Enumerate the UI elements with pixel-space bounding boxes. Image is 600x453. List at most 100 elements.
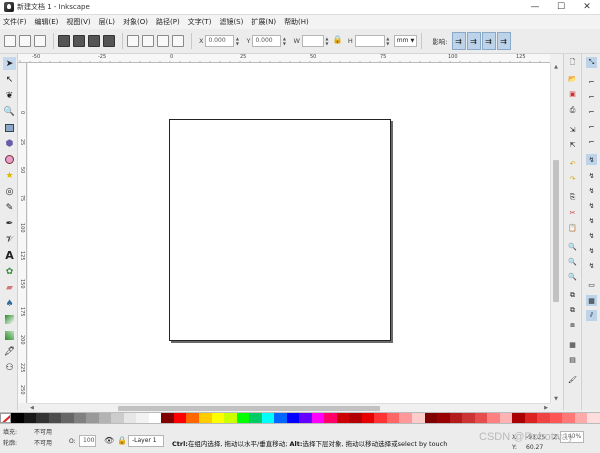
color-swatch[interactable] [374,413,387,423]
color-swatch[interactable] [487,413,500,423]
scroll-right-icon[interactable]: ▶ [544,404,548,412]
menu-file[interactable]: 文件(F) [3,17,27,27]
color-swatch[interactable] [499,413,513,423]
zoom-page-icon[interactable]: 🔍 [567,271,578,282]
spiral-icon[interactable]: ◎ [3,185,16,198]
snap-guide-icon[interactable]: ⫽ [586,310,597,321]
color-swatch[interactable] [61,413,74,423]
snap-bbox-corner-icon[interactable]: ⌐ [586,106,597,117]
color-swatch[interactable] [299,413,312,423]
eraser-icon[interactable]: ▰ [3,281,16,294]
color-swatch[interactable] [562,413,575,423]
color-swatch[interactable] [23,413,37,423]
menu-text[interactable]: 文字(T) [188,17,212,27]
snap-rotation-center-icon[interactable]: ↯ [586,260,597,271]
color-swatch[interactable] [549,413,563,423]
snap-grid-icon[interactable]: ▦ [586,295,597,306]
color-swatch[interactable] [286,413,300,423]
node-icon[interactable]: ↖ [3,73,16,86]
menu-object[interactable]: 对象(O) [123,17,148,27]
gradient-icon[interactable] [3,313,16,326]
w-spinner[interactable]: ▲ ▼ [324,35,330,47]
color-swatch[interactable] [349,413,362,423]
color-swatch[interactable] [437,413,450,423]
color-swatch[interactable] [98,413,112,423]
document-page[interactable] [169,119,391,341]
menu-filters[interactable]: 滤镜(S) [219,17,243,27]
snap-midpoint-icon[interactable]: ↯ [586,230,597,241]
drawing-canvas[interactable] [28,63,550,403]
move-gradients-icon[interactable]: ⇉ [481,32,496,50]
circle-icon[interactable] [3,153,16,166]
export-icon[interactable]: ⇱ [567,139,578,150]
unlink-clone-icon[interactable]: ⧈ [567,320,578,331]
minimize-button[interactable]: — [522,0,548,15]
raise-to-top-icon[interactable] [127,35,139,47]
cut-icon[interactable]: ✂ [567,207,578,218]
h-spinner[interactable]: ▲ ▼ [385,35,391,47]
lower-icon[interactable] [157,35,169,47]
connector-icon[interactable]: ⚇ [3,361,16,374]
snap-nodes-icon[interactable]: ↯ [586,154,597,165]
snap-bbox-icon[interactable]: ⌐ [586,76,597,87]
color-swatch[interactable] [148,413,162,423]
vertical-scrollbar[interactable]: ▲ ▼ [550,63,560,403]
color-swatch[interactable] [111,413,124,423]
color-swatch[interactable] [36,413,49,423]
x-spinner[interactable]: ▲ ▼ [234,35,240,47]
color-swatch[interactable] [161,413,174,423]
snap-object-center-icon[interactable]: ↯ [586,245,597,256]
flip-horizontal-icon[interactable] [88,35,100,47]
color-swatch[interactable] [48,413,62,423]
color-swatch[interactable] [361,413,375,423]
lock-icon[interactable]: 🔒 [333,35,343,47]
color-swatch[interactable] [336,413,350,423]
group-icon[interactable]: ▦ [567,339,578,350]
scroll-left-icon[interactable]: ◀ [30,404,34,412]
color-swatch[interactable] [173,413,187,423]
rotate-cw-icon[interactable] [73,35,85,47]
rotate-ccw-icon[interactable] [58,35,70,47]
snap-bbox-edge-icon[interactable]: ⌐ [586,91,597,102]
bucket-icon[interactable]: ♠ [3,297,16,310]
color-swatch[interactable] [424,413,438,423]
duplicate-icon[interactable]: ⧉ [567,290,578,301]
rect-icon[interactable] [3,121,16,134]
color-swatch[interactable] [11,413,24,423]
color-swatch[interactable] [136,413,149,423]
horizontal-scroll-thumb[interactable] [118,406,380,411]
eye-icon[interactable]: 👁 [104,436,114,445]
maximize-button[interactable]: ☐ [548,0,574,15]
pen-icon[interactable]: ✒ [3,217,16,230]
snap-smooth-icon[interactable]: ↯ [586,215,597,226]
save-icon[interactable]: ▣ [567,88,578,99]
lock-icon[interactable]: 🔒 [117,436,127,445]
dropper-icon[interactable]: 🖋 [3,345,16,358]
snap-page-border-icon[interactable]: ▭ [586,279,597,290]
color-swatch[interactable] [574,413,588,423]
color-swatch[interactable] [224,413,237,423]
open-icon[interactable]: 📂 [567,73,578,84]
close-button[interactable]: ✕ [574,0,600,15]
menu-edit[interactable]: 编辑(E) [35,17,59,27]
scroll-up-icon[interactable]: ▲ [551,64,561,70]
y-spinner[interactable]: ▲ ▼ [281,35,287,47]
color-swatch[interactable] [236,413,250,423]
zoom-selection-icon[interactable]: 🔍 [567,241,578,252]
raise-icon[interactable] [142,35,154,47]
select-all-layers-icon[interactable] [19,35,31,47]
color-swatch[interactable] [86,413,99,423]
color-swatch[interactable] [73,413,87,423]
paste-icon[interactable]: 📋 [567,222,578,233]
color-swatch[interactable] [399,413,412,423]
color-swatch[interactable] [474,413,488,423]
color-swatch[interactable] [186,413,199,423]
y-input[interactable]: 0.000 [252,35,282,47]
h-input[interactable] [354,35,385,47]
menu-view[interactable]: 视图(V) [66,17,90,27]
color-swatch[interactable] [324,413,337,423]
star-icon[interactable]: ★ [3,169,16,182]
color-swatch[interactable] [537,413,550,423]
clone-icon[interactable]: ⧉ [567,305,578,316]
vertical-scroll-thumb[interactable] [553,160,559,302]
